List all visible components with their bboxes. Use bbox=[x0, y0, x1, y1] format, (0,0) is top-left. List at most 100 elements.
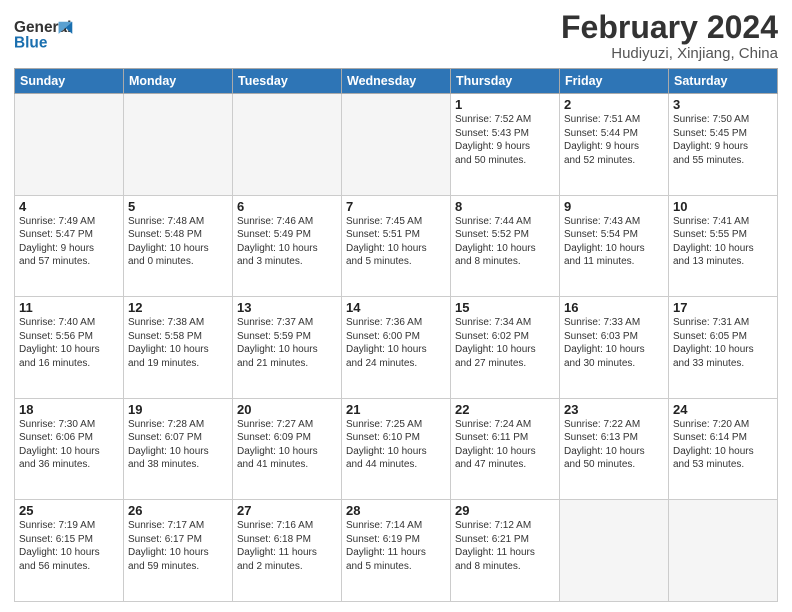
calendar-table: SundayMondayTuesdayWednesdayThursdayFrid… bbox=[14, 68, 778, 602]
weekday-header-row: SundayMondayTuesdayWednesdayThursdayFrid… bbox=[15, 69, 778, 94]
calendar-cell: 27Sunrise: 7:16 AM Sunset: 6:18 PM Dayli… bbox=[233, 500, 342, 602]
day-number: 28 bbox=[346, 503, 446, 518]
day-number: 22 bbox=[455, 402, 555, 417]
calendar-cell: 26Sunrise: 7:17 AM Sunset: 6:17 PM Dayli… bbox=[124, 500, 233, 602]
calendar-cell: 20Sunrise: 7:27 AM Sunset: 6:09 PM Dayli… bbox=[233, 398, 342, 500]
calendar-cell: 17Sunrise: 7:31 AM Sunset: 6:05 PM Dayli… bbox=[669, 297, 778, 399]
day-number: 13 bbox=[237, 300, 337, 315]
weekday-header-wednesday: Wednesday bbox=[342, 69, 451, 94]
logo: General Blue bbox=[14, 14, 74, 52]
calendar-cell bbox=[669, 500, 778, 602]
calendar-cell: 3Sunrise: 7:50 AM Sunset: 5:45 PM Daylig… bbox=[669, 94, 778, 196]
calendar-cell: 22Sunrise: 7:24 AM Sunset: 6:11 PM Dayli… bbox=[451, 398, 560, 500]
calendar-cell: 10Sunrise: 7:41 AM Sunset: 5:55 PM Dayli… bbox=[669, 195, 778, 297]
day-number: 7 bbox=[346, 199, 446, 214]
day-number: 2 bbox=[564, 97, 664, 112]
day-number: 9 bbox=[564, 199, 664, 214]
calendar-cell: 8Sunrise: 7:44 AM Sunset: 5:52 PM Daylig… bbox=[451, 195, 560, 297]
day-info: Sunrise: 7:49 AM Sunset: 5:47 PM Dayligh… bbox=[19, 215, 119, 269]
weekday-header-monday: Monday bbox=[124, 69, 233, 94]
day-number: 19 bbox=[128, 402, 228, 417]
day-number: 27 bbox=[237, 503, 337, 518]
day-number: 20 bbox=[237, 402, 337, 417]
weekday-header-tuesday: Tuesday bbox=[233, 69, 342, 94]
day-number: 8 bbox=[455, 199, 555, 214]
calendar-cell: 16Sunrise: 7:33 AM Sunset: 6:03 PM Dayli… bbox=[560, 297, 669, 399]
calendar-cell: 29Sunrise: 7:12 AM Sunset: 6:21 PM Dayli… bbox=[451, 500, 560, 602]
weekday-header-thursday: Thursday bbox=[451, 69, 560, 94]
day-number: 24 bbox=[673, 402, 773, 417]
calendar-cell: 24Sunrise: 7:20 AM Sunset: 6:14 PM Dayli… bbox=[669, 398, 778, 500]
day-info: Sunrise: 7:19 AM Sunset: 6:15 PM Dayligh… bbox=[19, 519, 119, 573]
day-info: Sunrise: 7:40 AM Sunset: 5:56 PM Dayligh… bbox=[19, 316, 119, 370]
calendar-cell: 19Sunrise: 7:28 AM Sunset: 6:07 PM Dayli… bbox=[124, 398, 233, 500]
week-row-2: 11Sunrise: 7:40 AM Sunset: 5:56 PM Dayli… bbox=[15, 297, 778, 399]
calendar-cell: 6Sunrise: 7:46 AM Sunset: 5:49 PM Daylig… bbox=[233, 195, 342, 297]
day-number: 4 bbox=[19, 199, 119, 214]
day-number: 26 bbox=[128, 503, 228, 518]
logo-svg: General Blue bbox=[14, 14, 74, 52]
calendar-cell: 2Sunrise: 7:51 AM Sunset: 5:44 PM Daylig… bbox=[560, 94, 669, 196]
day-info: Sunrise: 7:25 AM Sunset: 6:10 PM Dayligh… bbox=[346, 418, 446, 472]
day-info: Sunrise: 7:27 AM Sunset: 6:09 PM Dayligh… bbox=[237, 418, 337, 472]
day-number: 12 bbox=[128, 300, 228, 315]
day-number: 10 bbox=[673, 199, 773, 214]
day-number: 16 bbox=[564, 300, 664, 315]
day-number: 18 bbox=[19, 402, 119, 417]
calendar-cell: 12Sunrise: 7:38 AM Sunset: 5:58 PM Dayli… bbox=[124, 297, 233, 399]
weekday-header-sunday: Sunday bbox=[15, 69, 124, 94]
day-number: 14 bbox=[346, 300, 446, 315]
day-number: 29 bbox=[455, 503, 555, 518]
day-number: 6 bbox=[237, 199, 337, 214]
page: General Blue February 2024 Hudiyuzi, Xin… bbox=[0, 0, 792, 612]
day-info: Sunrise: 7:41 AM Sunset: 5:55 PM Dayligh… bbox=[673, 215, 773, 269]
main-title: February 2024 bbox=[561, 10, 778, 45]
day-info: Sunrise: 7:22 AM Sunset: 6:13 PM Dayligh… bbox=[564, 418, 664, 472]
day-info: Sunrise: 7:14 AM Sunset: 6:19 PM Dayligh… bbox=[346, 519, 446, 573]
day-info: Sunrise: 7:36 AM Sunset: 6:00 PM Dayligh… bbox=[346, 316, 446, 370]
day-info: Sunrise: 7:51 AM Sunset: 5:44 PM Dayligh… bbox=[564, 113, 664, 167]
calendar-cell: 13Sunrise: 7:37 AM Sunset: 5:59 PM Dayli… bbox=[233, 297, 342, 399]
day-info: Sunrise: 7:45 AM Sunset: 5:51 PM Dayligh… bbox=[346, 215, 446, 269]
day-number: 23 bbox=[564, 402, 664, 417]
header: General Blue February 2024 Hudiyuzi, Xin… bbox=[14, 10, 778, 62]
day-info: Sunrise: 7:52 AM Sunset: 5:43 PM Dayligh… bbox=[455, 113, 555, 167]
week-row-3: 18Sunrise: 7:30 AM Sunset: 6:06 PM Dayli… bbox=[15, 398, 778, 500]
day-info: Sunrise: 7:50 AM Sunset: 5:45 PM Dayligh… bbox=[673, 113, 773, 167]
day-info: Sunrise: 7:16 AM Sunset: 6:18 PM Dayligh… bbox=[237, 519, 337, 573]
calendar-cell: 14Sunrise: 7:36 AM Sunset: 6:00 PM Dayli… bbox=[342, 297, 451, 399]
day-number: 3 bbox=[673, 97, 773, 112]
week-row-4: 25Sunrise: 7:19 AM Sunset: 6:15 PM Dayli… bbox=[15, 500, 778, 602]
day-info: Sunrise: 7:28 AM Sunset: 6:07 PM Dayligh… bbox=[128, 418, 228, 472]
day-info: Sunrise: 7:20 AM Sunset: 6:14 PM Dayligh… bbox=[673, 418, 773, 472]
day-info: Sunrise: 7:38 AM Sunset: 5:58 PM Dayligh… bbox=[128, 316, 228, 370]
week-row-0: 1Sunrise: 7:52 AM Sunset: 5:43 PM Daylig… bbox=[15, 94, 778, 196]
calendar-cell bbox=[124, 94, 233, 196]
day-info: Sunrise: 7:17 AM Sunset: 6:17 PM Dayligh… bbox=[128, 519, 228, 573]
day-info: Sunrise: 7:44 AM Sunset: 5:52 PM Dayligh… bbox=[455, 215, 555, 269]
calendar-cell bbox=[560, 500, 669, 602]
calendar-cell: 1Sunrise: 7:52 AM Sunset: 5:43 PM Daylig… bbox=[451, 94, 560, 196]
day-info: Sunrise: 7:30 AM Sunset: 6:06 PM Dayligh… bbox=[19, 418, 119, 472]
calendar-cell: 7Sunrise: 7:45 AM Sunset: 5:51 PM Daylig… bbox=[342, 195, 451, 297]
day-info: Sunrise: 7:43 AM Sunset: 5:54 PM Dayligh… bbox=[564, 215, 664, 269]
calendar-cell: 11Sunrise: 7:40 AM Sunset: 5:56 PM Dayli… bbox=[15, 297, 124, 399]
calendar-cell bbox=[233, 94, 342, 196]
calendar-cell: 25Sunrise: 7:19 AM Sunset: 6:15 PM Dayli… bbox=[15, 500, 124, 602]
calendar-cell: 28Sunrise: 7:14 AM Sunset: 6:19 PM Dayli… bbox=[342, 500, 451, 602]
day-number: 5 bbox=[128, 199, 228, 214]
day-info: Sunrise: 7:31 AM Sunset: 6:05 PM Dayligh… bbox=[673, 316, 773, 370]
calendar-cell bbox=[342, 94, 451, 196]
calendar-cell: 23Sunrise: 7:22 AM Sunset: 6:13 PM Dayli… bbox=[560, 398, 669, 500]
calendar-cell: 18Sunrise: 7:30 AM Sunset: 6:06 PM Dayli… bbox=[15, 398, 124, 500]
day-info: Sunrise: 7:37 AM Sunset: 5:59 PM Dayligh… bbox=[237, 316, 337, 370]
day-info: Sunrise: 7:34 AM Sunset: 6:02 PM Dayligh… bbox=[455, 316, 555, 370]
day-number: 17 bbox=[673, 300, 773, 315]
day-info: Sunrise: 7:33 AM Sunset: 6:03 PM Dayligh… bbox=[564, 316, 664, 370]
day-number: 1 bbox=[455, 97, 555, 112]
week-row-1: 4Sunrise: 7:49 AM Sunset: 5:47 PM Daylig… bbox=[15, 195, 778, 297]
day-number: 21 bbox=[346, 402, 446, 417]
day-number: 25 bbox=[19, 503, 119, 518]
calendar-cell: 15Sunrise: 7:34 AM Sunset: 6:02 PM Dayli… bbox=[451, 297, 560, 399]
day-info: Sunrise: 7:48 AM Sunset: 5:48 PM Dayligh… bbox=[128, 215, 228, 269]
